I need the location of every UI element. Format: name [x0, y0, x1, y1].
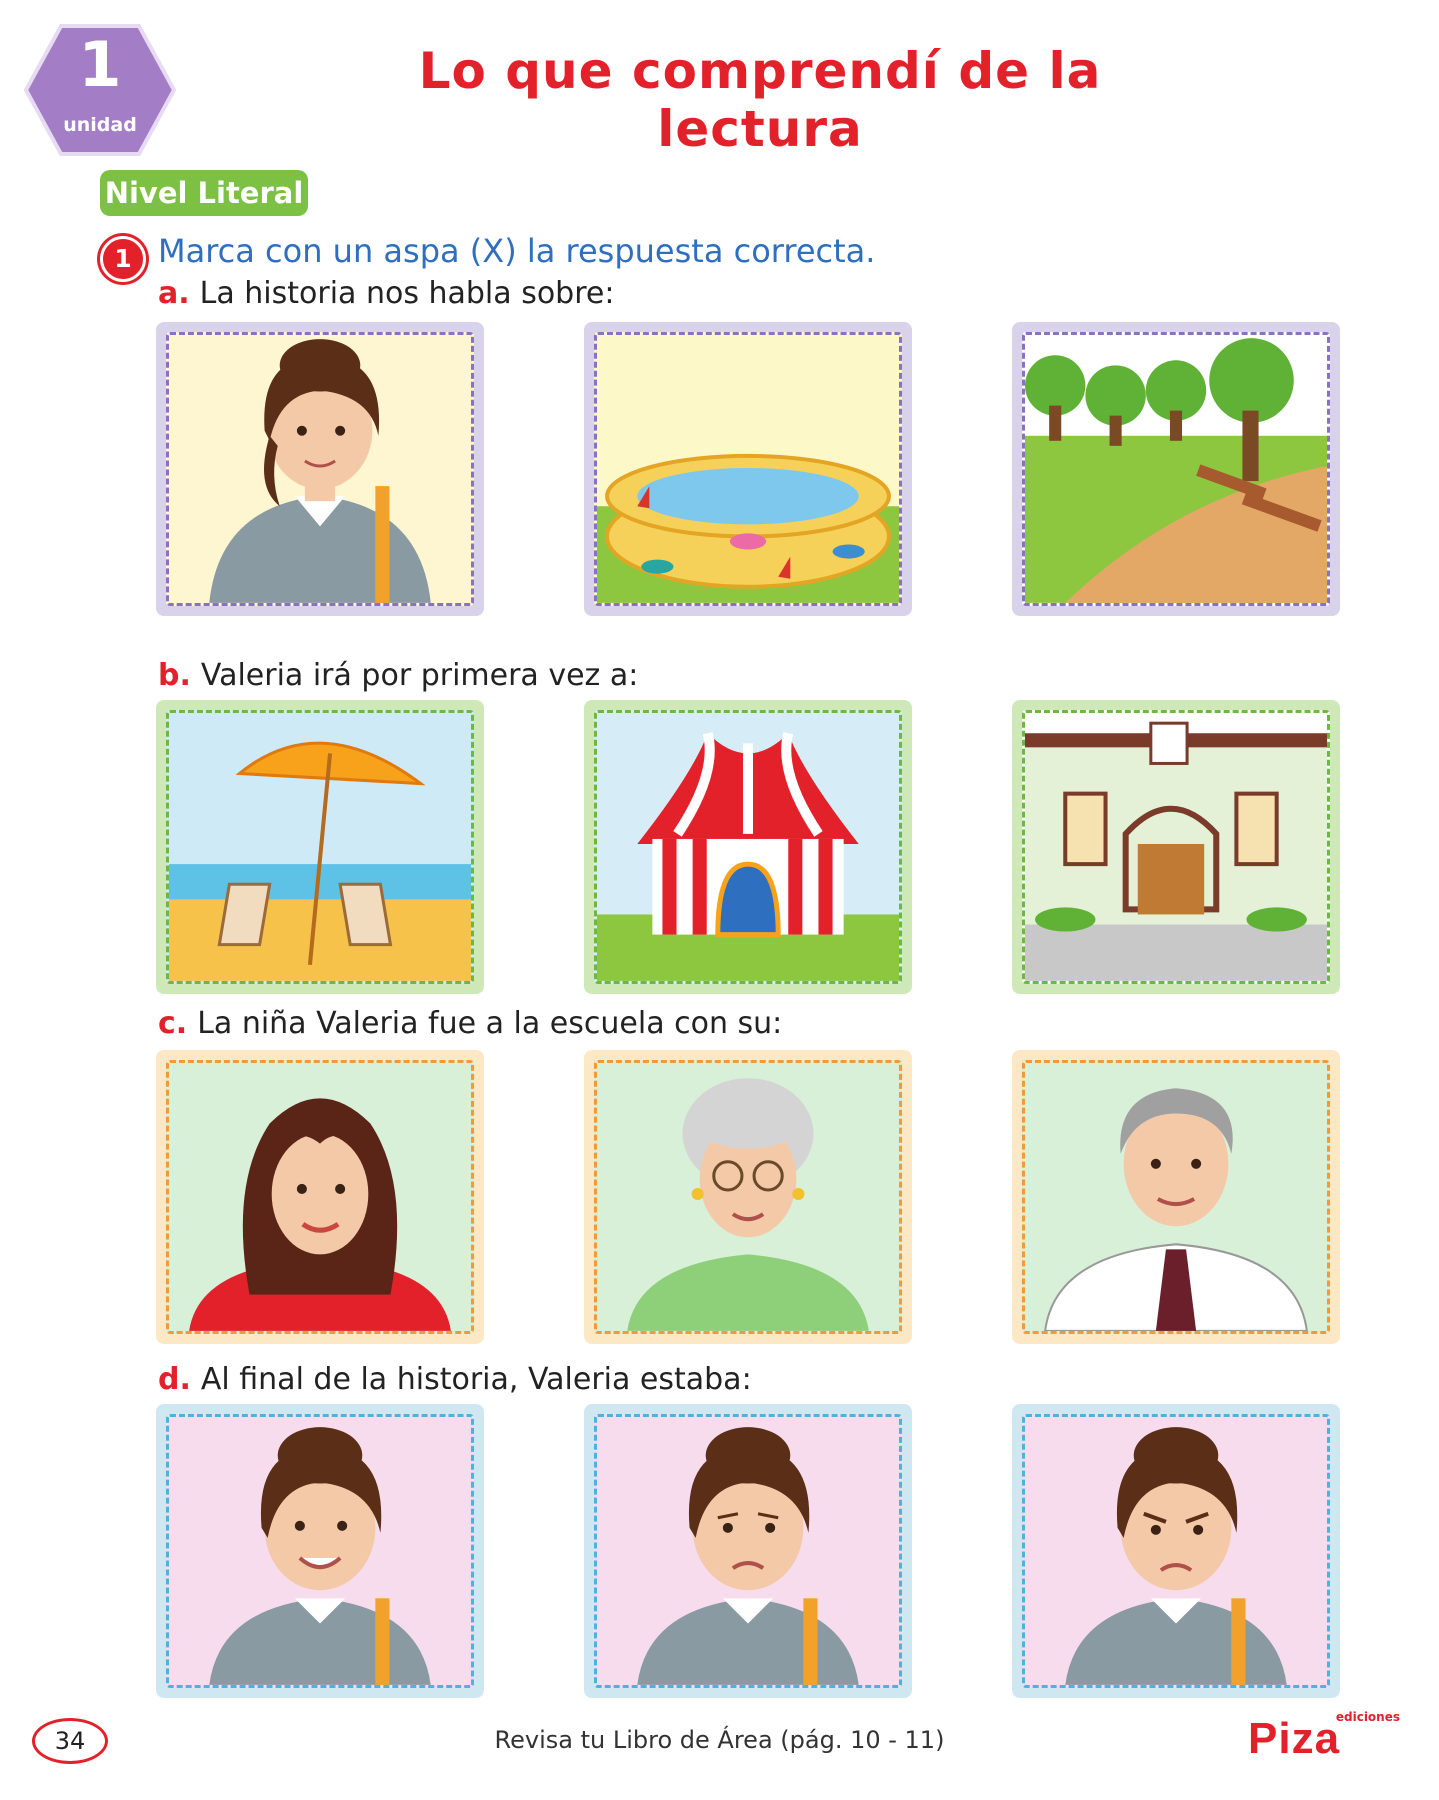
- unit-label: unidad: [63, 114, 137, 136]
- option-pool-card[interactable]: [584, 322, 912, 616]
- grandmother-icon: [627, 1078, 869, 1331]
- option-sad-card[interactable]: [584, 1404, 912, 1698]
- option-angry-card[interactable]: [1012, 1404, 1340, 1698]
- item-b-prompt: b. Valeria irá por primera vez a:: [158, 658, 638, 693]
- girl-with-backpack-icon: [209, 339, 431, 603]
- park-with-benches-icon: [1025, 335, 1327, 603]
- item-text: La historia nos habla sobre:: [199, 276, 615, 311]
- option-young-woman-card[interactable]: [156, 1050, 484, 1344]
- angry-girl-icon: [1065, 1427, 1287, 1685]
- question-number-badge: 1: [100, 236, 146, 282]
- item-a-prompt: a. La historia nos habla sobre:: [158, 276, 614, 311]
- school-building-icon: [1025, 721, 1327, 981]
- happy-girl-icon: [209, 1427, 431, 1685]
- page-title: Lo que comprendí de la lectura: [418, 42, 1102, 158]
- option-circus-card[interactable]: [584, 700, 912, 994]
- option-park-card[interactable]: [1012, 322, 1340, 616]
- brand-small-text: ediciones: [1335, 1710, 1400, 1724]
- beach-umbrella-icon: [169, 741, 471, 981]
- inflatable-pool-icon: [597, 453, 899, 603]
- brand-logo: ediciones Piza: [1240, 1710, 1400, 1770]
- unit-number: 1: [78, 28, 122, 101]
- item-text: La niña Valeria fue a la escuela con su:: [197, 1006, 783, 1041]
- unit-badge: 1 unidad: [22, 22, 178, 158]
- brand-name: Piza: [1248, 1714, 1341, 1763]
- footer-note: Revisa tu Libro de Área (pág. 10 - 11): [494, 1726, 945, 1754]
- option-girl-card[interactable]: [156, 322, 484, 616]
- item-letter: c.: [158, 1006, 188, 1041]
- item-letter: a.: [158, 276, 190, 311]
- grandfather-icon: [1044, 1088, 1308, 1331]
- level-badge: Nivel Literal: [100, 170, 308, 216]
- item-c-prompt: c. La niña Valeria fue a la escuela con s…: [158, 1006, 782, 1041]
- option-beach-card[interactable]: [156, 700, 484, 994]
- sad-girl-icon: [637, 1427, 859, 1685]
- item-text: Valeria irá por primera vez a:: [200, 658, 639, 693]
- option-grandmother-card[interactable]: [584, 1050, 912, 1344]
- option-happy-card[interactable]: [156, 1404, 484, 1698]
- option-school-card[interactable]: [1012, 700, 1340, 994]
- question-instruction: Marca con un aspa (X) la respuesta corre…: [158, 232, 876, 270]
- young-woman-icon: [189, 1098, 451, 1331]
- item-letter: d.: [158, 1362, 191, 1397]
- circus-tent-icon: [597, 732, 899, 981]
- item-d-prompt: d. Al final de la historia, Valeria estab…: [158, 1362, 752, 1397]
- option-grandfather-card[interactable]: [1012, 1050, 1340, 1344]
- item-letter: b.: [158, 658, 191, 693]
- item-text: Al final de la historia, Valeria estaba:: [200, 1362, 752, 1397]
